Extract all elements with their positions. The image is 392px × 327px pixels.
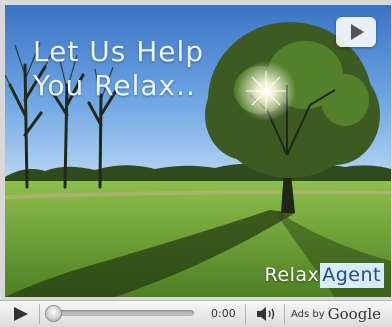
progress-track (54, 310, 194, 316)
video-area[interactable]: Let Us Help You Relax.. Relax Agent (5, 5, 391, 297)
divider (39, 304, 40, 324)
player-controls-bar: 0:00 Ads by Google (0, 300, 392, 327)
brand-logo: Relax Agent (264, 262, 384, 288)
google-wordmark: Google (327, 305, 381, 323)
speaker-icon (257, 307, 275, 321)
brand-logo-part-agent: Agent (320, 262, 384, 288)
divider (284, 304, 285, 324)
play-icon (14, 307, 28, 321)
time-display: 0:00 (211, 307, 236, 320)
progress-scrubber[interactable] (46, 306, 195, 321)
volume-button[interactable] (255, 306, 277, 322)
play-icon (351, 24, 364, 40)
video-ad-player: Let Us Help You Relax.. RelaxAgent 0:00 (0, 0, 392, 327)
play-button[interactable] (12, 306, 30, 322)
progress-knob[interactable] (46, 306, 61, 321)
ad-headline: Let Us Help You Relax.. (33, 35, 205, 102)
ads-by-google-link[interactable]: Ads by Google (291, 305, 381, 323)
overlay-play-button[interactable] (336, 17, 376, 47)
divider (245, 304, 246, 324)
ads-by-label: Ads by (291, 308, 325, 320)
brand-logo-part-relax: Relax (264, 264, 320, 286)
